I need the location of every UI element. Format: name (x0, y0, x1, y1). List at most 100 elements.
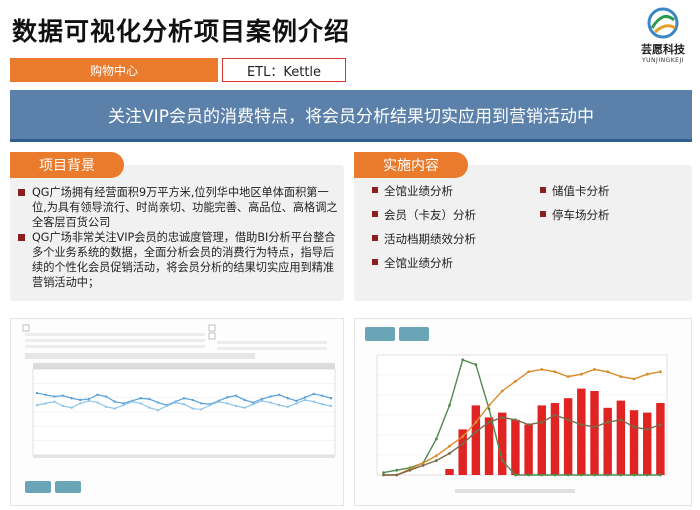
bar (498, 412, 507, 475)
data-point (61, 394, 65, 397)
impl-item: 储值卡分析 (540, 183, 610, 199)
toolbar-button-b[interactable] (399, 327, 429, 341)
square-bullet-icon (540, 187, 546, 193)
data-point (514, 418, 517, 422)
dashboard-screenshot-left (10, 318, 344, 506)
toolbar-button-2[interactable] (55, 481, 81, 493)
data-point (619, 473, 623, 477)
bar (563, 398, 573, 475)
data-point (87, 399, 91, 403)
line-chart (22, 324, 336, 493)
data-point (303, 396, 307, 399)
data-point (321, 403, 324, 406)
data-point (295, 399, 298, 403)
data-point (619, 375, 623, 378)
data-point (448, 404, 451, 407)
data-point (540, 420, 544, 424)
data-point (566, 375, 570, 378)
data-point (96, 393, 99, 396)
data-point (514, 380, 517, 383)
data-point (606, 370, 610, 374)
background-list: QG广场拥有经营面积9万平方米,位列华中地区单体面积第一位,为具有领导流行、时尚… (18, 185, 340, 290)
data-point (113, 407, 117, 410)
bar (511, 419, 520, 475)
square-bullet-icon (18, 234, 25, 241)
data-point (632, 473, 636, 477)
impl-item: 停车场分析 (540, 207, 610, 223)
data-point (269, 395, 272, 398)
data-point (487, 420, 491, 424)
bar (643, 412, 652, 475)
data-point (139, 397, 142, 400)
data-point (148, 397, 151, 401)
data-point (53, 395, 56, 398)
data-point (500, 389, 504, 393)
data-point (566, 473, 570, 477)
data-point (514, 473, 517, 477)
data-point (421, 461, 425, 465)
data-point (434, 437, 438, 441)
data-point (619, 418, 623, 422)
data-point (606, 473, 610, 477)
data-point (487, 407, 491, 411)
goal-banner: 关注VIP会员的消费特点，将会员分析结果切实应用到营销活动中 (10, 90, 692, 142)
bar-line-chart (365, 327, 668, 493)
data-point (579, 473, 583, 477)
implementation-heading: 实施内容 (354, 152, 468, 178)
background-heading: 项目背景 (10, 152, 124, 178)
bar (445, 469, 454, 475)
data-point (461, 435, 465, 438)
dashboard-screenshot-right (354, 318, 692, 506)
data-point (312, 392, 315, 396)
data-point (461, 442, 465, 446)
square-bullet-icon (372, 211, 378, 217)
data-point (500, 416, 504, 419)
data-point (217, 400, 220, 403)
data-point (527, 370, 530, 374)
background-item: QG广场非常关注VIP会员的忠诚度管理，借助BI分析平台整合多个业务系统的数据，… (18, 230, 340, 290)
data-point (53, 400, 56, 403)
impl-item: 活动档期绩效分析 (372, 231, 476, 247)
bar (484, 417, 494, 475)
data-point (251, 403, 255, 406)
data-point (191, 407, 194, 410)
data-point (200, 402, 203, 405)
data-point (200, 408, 203, 411)
data-point (421, 464, 425, 467)
data-point (70, 406, 73, 409)
data-point (35, 403, 39, 407)
data-point (606, 420, 610, 424)
data-point (96, 401, 99, 404)
data-point (540, 473, 544, 477)
data-point (295, 402, 298, 405)
data-point (61, 404, 65, 408)
data-point (44, 393, 47, 396)
bar (656, 403, 665, 475)
square-bullet-icon (540, 211, 546, 217)
toolbar-button-a[interactable] (365, 327, 395, 341)
data-point (139, 402, 142, 405)
data-point (593, 473, 596, 477)
bar (537, 405, 546, 475)
data-point (130, 400, 134, 403)
data-point (122, 403, 125, 407)
data-point (156, 409, 160, 412)
bar (629, 410, 639, 475)
data-point (645, 428, 649, 431)
data-point (286, 397, 289, 400)
data-point (395, 473, 399, 477)
data-point (527, 423, 530, 426)
bar (524, 424, 533, 475)
page-title: 数据可视化分析项目案例介绍 (12, 17, 351, 46)
square-bullet-icon (18, 189, 25, 196)
data-point (382, 471, 385, 474)
toolbar-button-1[interactable] (25, 481, 51, 493)
data-point (226, 396, 229, 399)
data-point (148, 406, 151, 409)
data-point (579, 423, 583, 426)
square-bullet-icon (372, 187, 378, 193)
data-point (35, 391, 39, 395)
bar (616, 400, 626, 475)
data-point (645, 473, 649, 477)
data-point (553, 413, 557, 417)
